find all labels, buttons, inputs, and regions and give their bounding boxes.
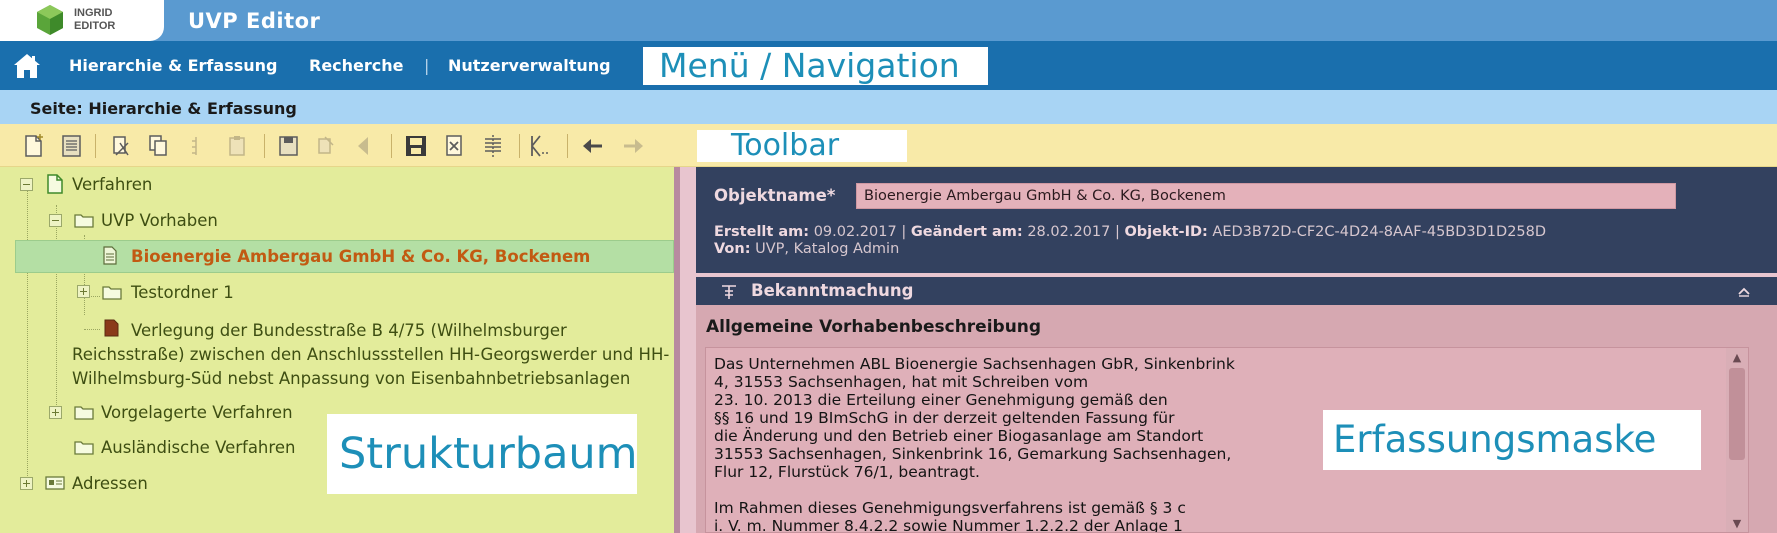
erstellt-label: Erstellt am: [714, 224, 810, 240]
logo-line-2: EDITOR [74, 20, 116, 32]
title-bar: INGRID EDITOR UVP Editor [0, 0, 1777, 41]
redo-arrow-icon[interactable] [620, 133, 646, 159]
overlay-label-erfassungsmaske: Erfassungsmaske [1323, 410, 1701, 470]
panel-splitter-edge [680, 167, 696, 533]
tree-item-vorgelagerte-verfahren[interactable]: Vorgelagerte Verfahren [101, 403, 293, 422]
overlay-label-navigation: Menü / Navigation [643, 47, 988, 85]
page-breadcrumb: Seite: Hierarchie & Erfassung [0, 90, 1777, 124]
delete-icon[interactable] [441, 133, 467, 159]
toolbar: Toolbar [0, 124, 1777, 167]
tree-collapse-toggle[interactable] [20, 178, 33, 191]
folder-icon [102, 286, 122, 300]
tree-item-verlegung-line: Verlegung der Bundesstraße B 4/75 (Wilhe… [131, 321, 567, 340]
tree-item-verlegung-line: Reichsstraße) zwischen den Anschlussstel… [72, 345, 670, 364]
scroll-down-icon[interactable]: ▼ [1730, 517, 1744, 531]
compare-icon[interactable] [528, 133, 554, 159]
form-header: Objektname* Bioenergie Ambergau GmbH & C… [696, 167, 1777, 273]
cut-icon[interactable] [108, 133, 134, 159]
tree-collapse-toggle[interactable] [49, 214, 62, 227]
geaendert-label: Geändert am: [910, 224, 1023, 240]
home-icon[interactable] [12, 52, 42, 80]
tree-guide-line [27, 182, 28, 490]
nav-nutzerverwaltung[interactable]: Nutzerverwaltung [448, 56, 611, 75]
section-bekanntmachung[interactable]: Bekanntmachung [696, 277, 1777, 305]
new-document-icon[interactable] [20, 133, 46, 159]
back-icon[interactable] [350, 133, 376, 159]
main-navigation: Hierarchie & Erfassung Recherche | Nutze… [0, 41, 1777, 90]
document-icon [47, 174, 63, 194]
scrollbar-thumb[interactable] [1729, 368, 1745, 460]
geaendert-value: 28.02.2017 [1027, 224, 1111, 240]
save-final-icon[interactable] [403, 133, 429, 159]
scroll-up-icon[interactable]: ▲ [1730, 351, 1744, 365]
nav-separator: | [424, 56, 430, 75]
tree-item-adressen[interactable]: Adressen [72, 474, 148, 493]
von-value: UVP, Katalog Admin [755, 241, 900, 257]
tree-item-verfahren[interactable]: Verfahren [72, 175, 152, 194]
new-folder-icon[interactable] [58, 133, 84, 159]
logo-text: INGRID EDITOR [74, 7, 115, 33]
tree-item-uvp-vorhaben[interactable]: UVP Vorhaben [101, 211, 218, 230]
undo-arrow-icon[interactable] [580, 133, 606, 159]
toolbar-separator [95, 134, 96, 158]
folder-icon [74, 214, 94, 228]
tree-item-verlegung-line: Wilhelmsburg-Süd nebst Anpassung von Eis… [72, 369, 631, 388]
page-title: Seite: Hierarchie & Erfassung [30, 99, 297, 118]
ingrid-logo[interactable]: INGRID EDITOR [0, 0, 164, 41]
move-icon[interactable] [480, 133, 506, 159]
tree-item-verlegung[interactable]: Verlegung der Bundesstraße B 4/75 (Wilhe… [72, 319, 672, 391]
paste-icon[interactable] [224, 133, 250, 159]
ingrid-logo-icon [37, 5, 63, 35]
tree-item-selected[interactable]: Bioenergie Ambergau GmbH & Co. KG, Bocke… [131, 247, 590, 266]
toolbar-separator [391, 134, 392, 158]
tree-guide-line [56, 205, 57, 413]
section-title: Bekanntmachung [751, 281, 914, 300]
tree-expand-toggle[interactable] [20, 477, 33, 490]
toolbar-separator [519, 134, 520, 158]
objektname-input[interactable]: Bioenergie Ambergau GmbH & Co. KG, Bocke… [856, 183, 1676, 209]
object-metadata: Erstellt am: 09.02.2017 | Geändert am: 2… [714, 224, 1547, 257]
nav-hierarchie-erfassung[interactable]: Hierarchie & Erfassung [69, 56, 277, 75]
objektname-label: Objektname* [714, 186, 836, 205]
objekt-id-label: Objekt-ID: [1124, 224, 1208, 240]
tree-expand-toggle[interactable] [49, 406, 62, 419]
form-body: Allgemeine Vorhabenbeschreibung Das Unte… [696, 305, 1777, 533]
textarea-scrollbar[interactable]: ▲ ▼ [1726, 348, 1748, 532]
collapse-chevron-icon[interactable] [1737, 286, 1751, 297]
vorhabenbeschreibung-label: Allgemeine Vorhabenbeschreibung [706, 317, 1042, 337]
tree-expand-toggle[interactable] [77, 285, 90, 298]
objekt-id-value: AED3B72D-CF2C-4D24-8AAF-45BD3D1D258D [1212, 224, 1547, 240]
discard-icon[interactable] [313, 133, 339, 159]
toolbar-separator [264, 134, 265, 158]
overlay-label-toolbar: Toolbar [697, 130, 907, 162]
app-title: UVP Editor [188, 9, 321, 33]
overlay-label-strukturbaum: Strukturbaum [327, 414, 638, 494]
folder-icon [74, 441, 94, 455]
nav-recherche[interactable]: Recherche [309, 56, 404, 75]
section-icon [722, 285, 736, 299]
copy-tree-icon[interactable] [183, 133, 209, 159]
von-label: Von: [714, 241, 751, 257]
folder-icon [74, 406, 94, 420]
tree-item-auslaendische-verfahren[interactable]: Ausländische Verfahren [101, 438, 295, 457]
structure-tree: Verfahren UVP Vorhaben Bioenergie Amberg… [0, 167, 674, 533]
save-icon[interactable] [275, 133, 301, 159]
toolbar-separator [567, 134, 568, 158]
copy-icon[interactable] [145, 133, 171, 159]
address-card-icon [45, 476, 65, 490]
erstellt-value: 09.02.2017 [813, 224, 897, 240]
logo-line-1: INGRID [74, 7, 113, 19]
document-lines-icon [103, 246, 117, 265]
tree-item-testordner[interactable]: Testordner 1 [131, 283, 234, 302]
